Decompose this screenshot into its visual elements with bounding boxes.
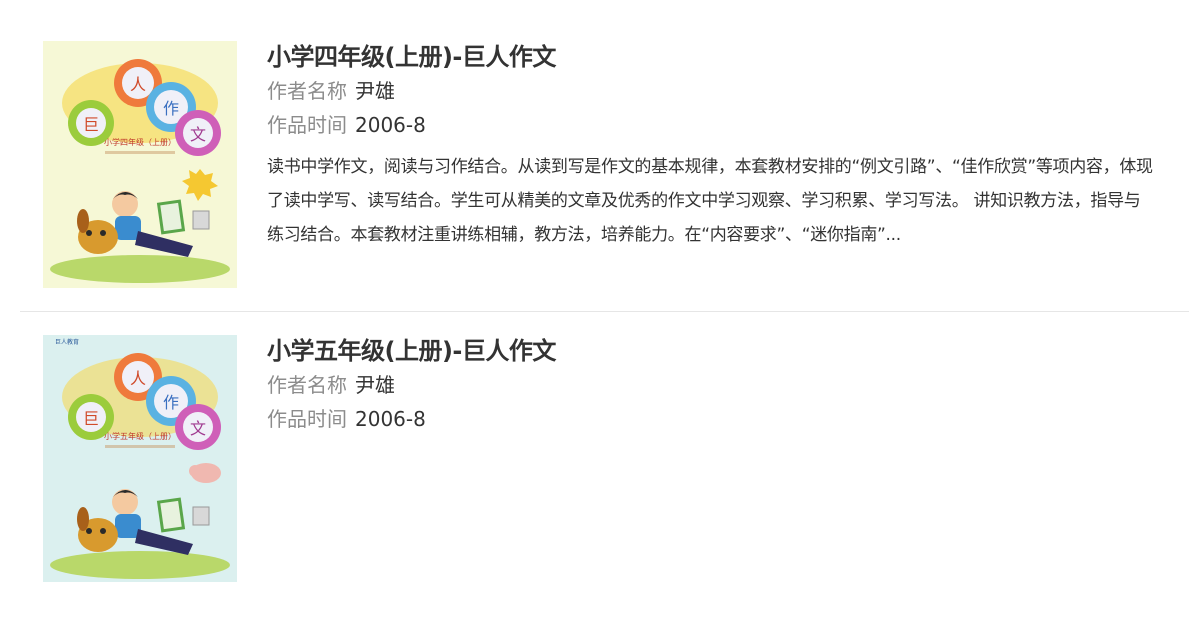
cover-illustration: 巨 人 作 文 小学四年级（上册） (43, 41, 237, 288)
time-value: 2006-8 (355, 407, 426, 431)
author-label: 作者名称 (267, 373, 347, 397)
cover-char: 文 (190, 419, 206, 438)
cover-char: 人 (130, 75, 146, 94)
book-cover-image[interactable]: 巨 人 作 文 小学四年级（上册） (43, 41, 237, 288)
cover-char: 巨 (83, 115, 99, 134)
author-row: 作者名称 尹雄 (267, 74, 1189, 108)
time-value: 2006-8 (355, 113, 426, 137)
book-info: 小学四年级(上册)-巨人作文 作者名称 尹雄 作品时间 2006-8 读书中学作文，… (267, 40, 1189, 252)
cover-illustration: 巨人教育 巨 人 作 文 小学五年级（上册） (43, 335, 237, 582)
book-description: 读书中学作文，阅读与习作结合。从读到写是作文的基本规律，本套教材安排的“例文引路… (267, 157, 1153, 245)
book-title-link[interactable]: 小学四年级(上册)-巨人作文 (267, 40, 1189, 74)
cover-char: 作 (163, 99, 179, 118)
cover-char: 巨 (83, 409, 99, 428)
book-info: 小学五年级(上册)-巨人作文 作者名称 尹雄 作品时间 2006-8 (267, 334, 1189, 436)
time-row: 作品时间 2006-8 (267, 402, 1189, 436)
book-title-link[interactable]: 小学五年级(上册)-巨人作文 (267, 334, 1189, 368)
cover-grade-text: 小学四年级（上册） (104, 137, 176, 147)
book-list: 巨 人 作 文 小学四年级（上册） 小学四年级(上册)-巨人作文 作者名称 尹雄… (0, 0, 1189, 612)
time-label: 作品时间 (267, 113, 347, 137)
author-label: 作者名称 (267, 79, 347, 103)
author-row: 作者名称 尹雄 (267, 368, 1189, 402)
cover-publisher-text: 巨人教育 (55, 338, 79, 346)
book-cover-image[interactable]: 巨人教育 巨 人 作 文 小学五年级（上册） (43, 335, 237, 582)
author-value: 尹雄 (355, 373, 395, 397)
time-label: 作品时间 (267, 407, 347, 431)
time-row: 作品时间 2006-8 (267, 108, 1189, 142)
cover-char: 人 (130, 369, 146, 388)
author-value: 尹雄 (355, 79, 395, 103)
cover-char: 文 (190, 125, 206, 144)
list-item: 巨人教育 巨 人 作 文 小学五年级（上册） 小学五年级(上册)-巨人作文 作者… (20, 312, 1189, 612)
cover-grade-text: 小学五年级（上册） (104, 431, 176, 441)
cover-char: 作 (163, 393, 179, 412)
list-item: 巨 人 作 文 小学四年级（上册） 小学四年级(上册)-巨人作文 作者名称 尹雄… (20, 0, 1189, 312)
